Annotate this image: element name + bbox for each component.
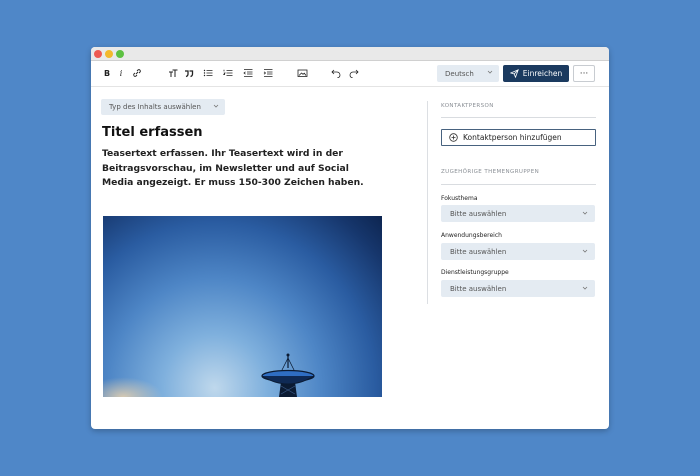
teaser-text-input[interactable]: Teasertext erfassen. Ihr Teasertext wird… — [102, 147, 364, 191]
content-type-placeholder: Typ des Inhalts auswählen — [109, 103, 201, 111]
section-divider — [441, 184, 596, 185]
add-contact-button[interactable]: Kontaktperson hinzufügen — [441, 129, 596, 146]
plus-circle-icon — [449, 133, 458, 142]
link-icon[interactable] — [129, 65, 145, 81]
send-icon — [509, 69, 519, 78]
submit-label: Einreichen — [522, 69, 563, 78]
service-group-select[interactable]: Bitte auswählen — [441, 280, 595, 297]
editor-window: B i Deutsch Einreichen ··· Typ des Inhal… — [91, 47, 609, 429]
sidebar-divider — [427, 101, 428, 304]
undo-icon[interactable] — [328, 65, 344, 81]
quote-icon[interactable] — [181, 65, 197, 81]
chevron-down-icon — [582, 285, 588, 293]
application-area-label: Anwendungsbereich — [441, 232, 502, 239]
application-area-value: Bitte auswählen — [450, 247, 507, 256]
contact-section-label: KONTAKTPERSON — [441, 103, 494, 109]
section-divider — [441, 117, 596, 118]
text-size-icon[interactable] — [165, 65, 181, 81]
add-contact-label: Kontaktperson hinzufügen — [463, 133, 562, 142]
editor-toolbar: B i Deutsch Einreichen ··· — [91, 61, 609, 87]
window-titlebar — [91, 47, 609, 61]
service-group-label: Dienstleistungsgruppe — [441, 269, 509, 276]
maximize-window-button[interactable] — [116, 50, 124, 58]
chevron-down-icon — [582, 248, 588, 256]
focus-topic-value: Bitte auswählen — [450, 209, 507, 218]
minimize-window-button[interactable] — [105, 50, 113, 58]
close-window-button[interactable] — [94, 50, 102, 58]
language-value: Deutsch — [445, 69, 474, 78]
article-image[interactable] — [103, 216, 382, 397]
bullet-list-icon[interactable] — [200, 65, 216, 81]
chevron-down-icon — [582, 210, 588, 218]
numbered-list-icon[interactable] — [220, 65, 236, 81]
more-options-button[interactable]: ··· — [573, 65, 595, 82]
image-icon[interactable] — [294, 65, 310, 81]
focus-topic-label: Fokusthema — [441, 195, 478, 202]
chevron-down-icon — [213, 103, 219, 111]
submit-button[interactable]: Einreichen — [503, 65, 569, 82]
redo-icon[interactable] — [346, 65, 362, 81]
topics-section-label: ZUGEHÖRIGE THEMENGRUPPEN — [441, 169, 540, 175]
italic-button[interactable]: i — [113, 65, 129, 81]
language-select[interactable]: Deutsch — [437, 65, 499, 82]
service-group-value: Bitte auswählen — [450, 284, 507, 293]
article-title-input[interactable]: Titel erfassen — [102, 125, 203, 140]
application-area-select[interactable]: Bitte auswählen — [441, 243, 595, 260]
focus-topic-select[interactable]: Bitte auswählen — [441, 205, 595, 222]
outdent-icon[interactable] — [240, 65, 256, 81]
indent-icon[interactable] — [260, 65, 276, 81]
satellite-dish-illustration — [261, 353, 315, 397]
chevron-down-icon — [487, 69, 493, 77]
content-type-select[interactable]: Typ des Inhalts auswählen — [101, 99, 225, 115]
